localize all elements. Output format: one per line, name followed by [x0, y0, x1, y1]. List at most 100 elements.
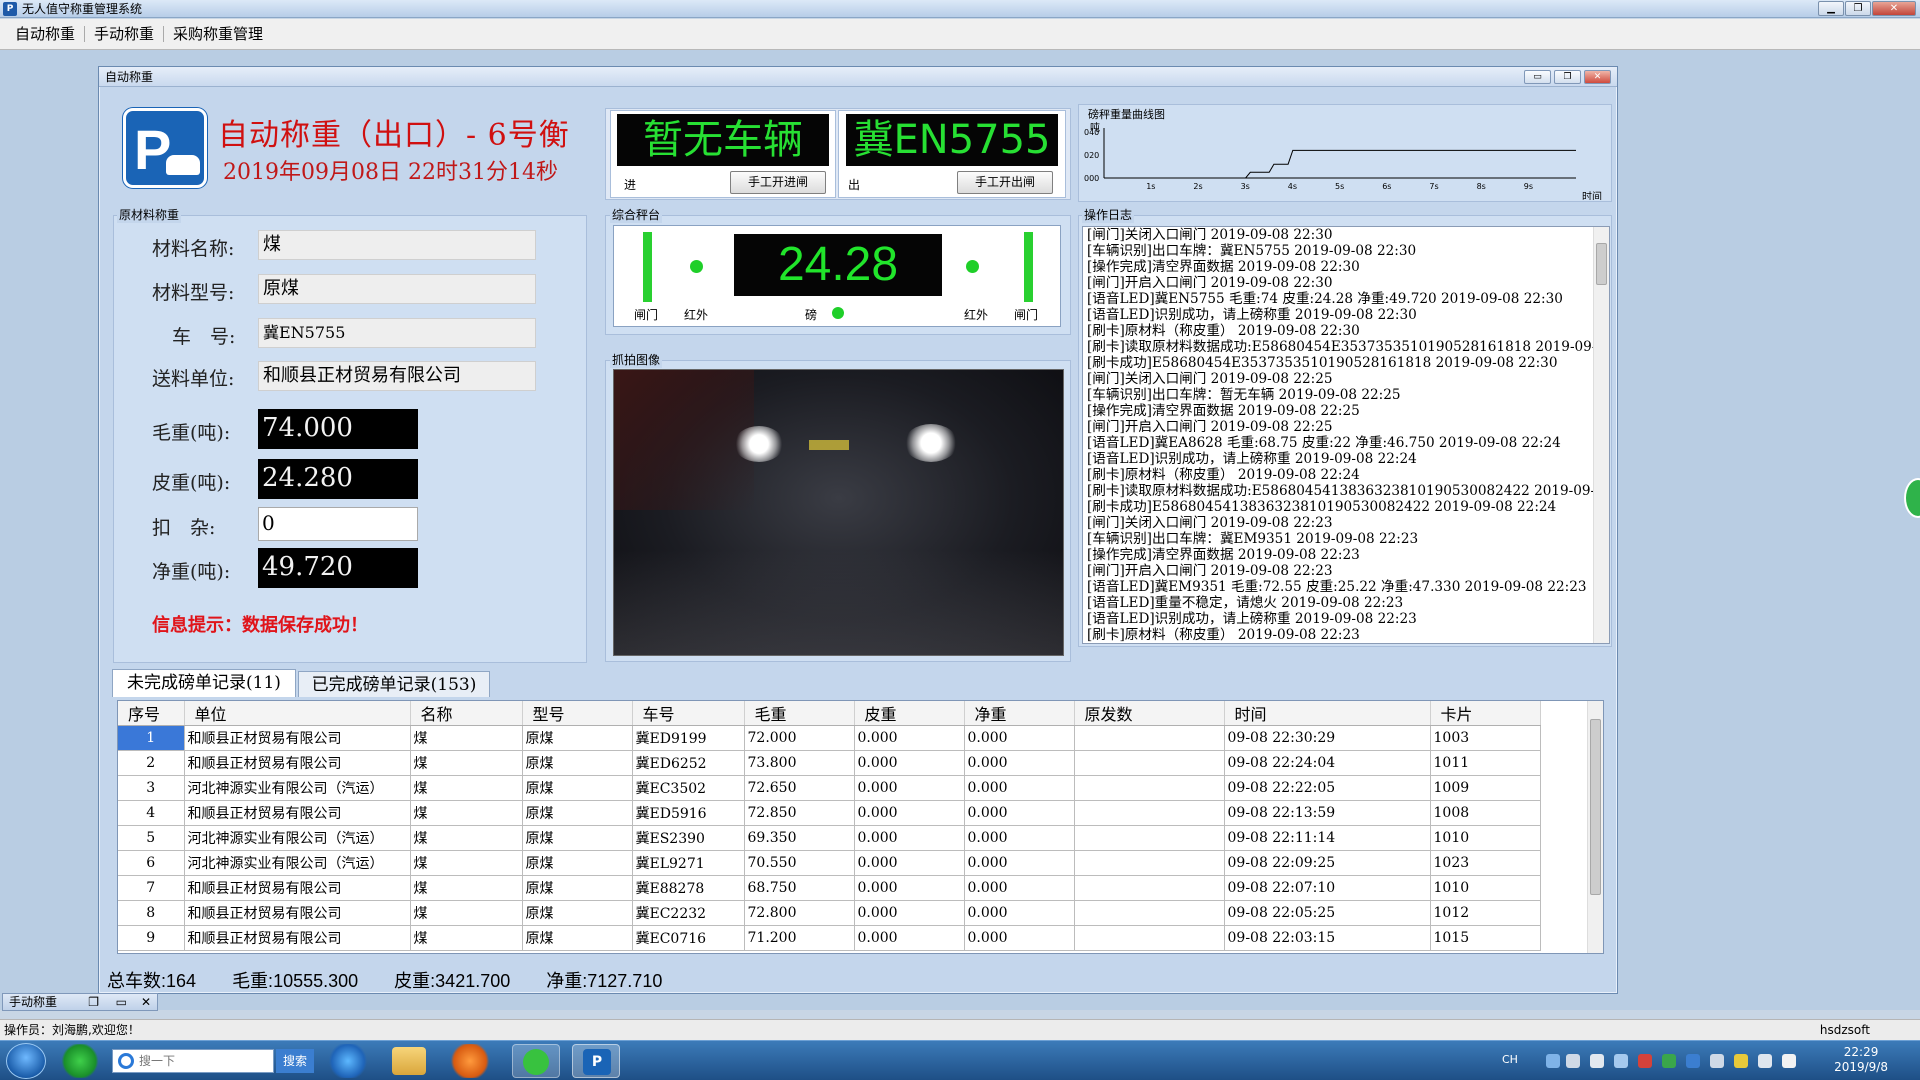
tab-pending-records[interactable]: 未完成磅单记录(11) [112, 669, 296, 697]
right-ir-label: 红外 [964, 308, 989, 322]
right-gate-label: 闸门 [1014, 308, 1039, 322]
table-cell [1074, 825, 1225, 851]
x-tick-label: 1s [1146, 182, 1155, 191]
taskbar-app-green-icon[interactable] [512, 1044, 560, 1078]
system-clock[interactable]: 22:29 2019/9/8 [1834, 1045, 1888, 1075]
table-cell: 冀EC3502 [632, 775, 745, 801]
table-row[interactable]: 4 和顺县正材贸易有限公司煤原煤 冀ED5916 72.850 0.000 0.000 09… [118, 800, 1541, 826]
log-line: [操作完成]清空界面数据 2019-09-08 22:23 [1087, 547, 1360, 563]
y-tick-label: 020 [1084, 151, 1099, 160]
column-header[interactable]: 型号 [522, 701, 633, 726]
file-explorer-icon[interactable] [392, 1047, 426, 1075]
min-close-icon[interactable]: ✕ [141, 994, 151, 1010]
y-tick-label: 040 [1084, 128, 1099, 137]
table-cell: 河北神源实业有限公司（汽运） [184, 850, 411, 876]
material-model-field[interactable]: 原煤 [258, 274, 536, 304]
minimized-manual-window[interactable]: 手动称重 ❐ ▭ ✕ [2, 993, 158, 1011]
table-row[interactable]: 5 河北神源实业有限公司（汽运）煤原煤 冀ES2390 69.350 0.000 0.00… [118, 825, 1541, 851]
start-button[interactable] [6, 1043, 46, 1079]
table-cell: 09-08 22:07:10 [1224, 875, 1431, 901]
records-scrollbar[interactable] [1587, 701, 1603, 953]
column-header[interactable]: 毛重 [744, 701, 855, 726]
table-row[interactable]: 8 和顺县正材贸易有限公司煤原煤 冀EC2232 72.800 0.000 0.000 09… [118, 900, 1541, 926]
keyboard-tray-icon[interactable] [1566, 1054, 1580, 1068]
right-ir-indicator [966, 260, 979, 273]
restore-button[interactable]: ❐ [1845, 1, 1871, 16]
close-button[interactable]: ✕ [1872, 1, 1916, 16]
table-row[interactable]: 3 河北神源实业有限公司（汽运）煤原煤 冀EC3502 72.650 0.000 0.00… [118, 775, 1541, 801]
log-line: [车辆识别]出口车牌：暂无车辆 2019-09-08 22:25 [1087, 387, 1401, 403]
bluetooth-tray-icon[interactable] [1686, 1054, 1700, 1068]
table-cell [1074, 775, 1225, 801]
help-tray-icon[interactable] [1546, 1054, 1560, 1068]
flag-tray-icon[interactable] [1758, 1054, 1772, 1068]
operation-log[interactable]: [闸门]关闭入口闸门 2019-09-08 22:30 [车辆识别]出口车牌：冀E… [1082, 226, 1610, 644]
minimize-button[interactable]: ▁ [1818, 1, 1844, 16]
update-tray-icon[interactable] [1734, 1054, 1748, 1068]
log-scrollbar[interactable] [1593, 227, 1609, 643]
column-header[interactable]: 序号 [118, 701, 185, 726]
table-row[interactable]: 6 河北神源实业有限公司（汽运）煤原煤 冀EL9271 70.550 0.000 0.00… [118, 850, 1541, 876]
material-name-field[interactable]: 煤 [258, 230, 536, 260]
manual-open-entry-button[interactable]: 手工开进闸 [730, 171, 826, 194]
table-cell [1074, 925, 1225, 951]
log-line: [刷卡]原材料（称皮重） 2019-09-08 22:24 [1087, 467, 1360, 483]
column-header[interactable]: 卡片 [1430, 701, 1541, 726]
child-restore-button[interactable]: ❐ [1554, 70, 1581, 84]
menu-auto-weigh[interactable]: 自动称重 [6, 26, 86, 42]
internet-explorer-icon[interactable] [324, 1044, 372, 1078]
menu-manual-weigh[interactable]: 手动称重 [85, 26, 165, 42]
column-header[interactable]: 单位 [184, 701, 411, 726]
gpu-tray-icon[interactable] [1662, 1054, 1676, 1068]
parking-logo-icon: P [123, 108, 207, 188]
log-line: [刷卡]原材料（称皮重） 2019-09-08 22:30 [1087, 323, 1360, 339]
column-header[interactable]: 原发数 [1074, 701, 1225, 726]
min-max-icon[interactable]: ▭ [116, 994, 127, 1010]
plate-field[interactable]: 冀EN5755 [258, 318, 536, 348]
table-cell: 09-08 22:30:29 [1224, 725, 1431, 751]
device-tray-icon[interactable] [1590, 1054, 1604, 1068]
column-header[interactable]: 车号 [632, 701, 745, 726]
column-header[interactable]: 时间 [1224, 701, 1431, 726]
tab-completed-records[interactable]: 已完成磅单记录(153) [298, 671, 490, 697]
menu-purchase-weigh[interactable]: 采购称重管理 [164, 26, 272, 42]
table-cell: 09-08 22:03:15 [1224, 925, 1431, 951]
column-header[interactable]: 皮重 [854, 701, 965, 726]
security-tray-icon[interactable] [1638, 1054, 1652, 1068]
menu-bar: 自动称重 手动称重 采购称重管理 [0, 19, 1920, 50]
search-button[interactable]: 搜索 [276, 1049, 314, 1073]
table-row[interactable]: 2 和顺县正材贸易有限公司煤原煤 冀ED6252 73.800 0.000 0.000 09… [118, 750, 1541, 776]
table-cell: 09-08 22:05:25 [1224, 900, 1431, 926]
column-header[interactable]: 名称 [410, 701, 523, 726]
taskbar-weighing-app-icon[interactable]: P [572, 1044, 620, 1078]
ime-indicator[interactable]: CH [1502, 1053, 1518, 1066]
table-cell: 原煤 [522, 925, 633, 951]
volume-tray-icon[interactable] [1782, 1054, 1796, 1068]
table-row[interactable]: 7 和顺县正材贸易有限公司煤原煤 冀E88278 68.750 0.000 0.000 09… [118, 875, 1541, 901]
security-app-icon[interactable] [60, 1044, 100, 1078]
manual-open-exit-button[interactable]: 手工开出闸 [957, 171, 1053, 194]
table-cell: 1011 [1430, 750, 1541, 776]
table-row[interactable]: 1 和顺县正材贸易有限公司煤原煤 冀ED9199 72.000 0.000 0.000 09… [118, 725, 1541, 751]
log-line: [闸门]开启入口闸门 2019-09-08 22:25 [1087, 419, 1333, 435]
column-header[interactable]: 净重 [964, 701, 1075, 726]
y-tick-label: 000 [1084, 174, 1099, 183]
table-cell: 0.000 [964, 850, 1075, 876]
child-close-button[interactable]: ✕ [1584, 70, 1611, 84]
total-tare: 皮重:3421.700 [394, 971, 511, 991]
table-cell: 5 [118, 825, 185, 851]
network-tray-icon[interactable] [1614, 1054, 1628, 1068]
table-cell: 0.000 [854, 900, 965, 926]
app-icon: P [3, 2, 17, 16]
search-input[interactable]: 搜一下 [112, 1049, 274, 1073]
deduct-input[interactable]: 0 [258, 507, 418, 541]
table-row[interactable]: 9 和顺县正材贸易有限公司煤原煤 冀EC0716 71.200 0.000 0.000 09… [118, 925, 1541, 951]
log-line: [语音LED]冀EM9351 毛重:72.55 皮重:25.22 净重:47.3… [1087, 579, 1587, 595]
child-minimize-button[interactable]: ▭ [1524, 70, 1551, 84]
table-cell: 冀ED6252 [632, 750, 745, 776]
min-restore-icon[interactable]: ❐ [88, 994, 99, 1010]
supplier-field[interactable]: 和顺县正材贸易有限公司 [258, 361, 536, 391]
table-cell: 煤 [410, 825, 523, 851]
media-player-icon[interactable] [446, 1044, 494, 1078]
display-tray-icon[interactable] [1710, 1054, 1724, 1068]
